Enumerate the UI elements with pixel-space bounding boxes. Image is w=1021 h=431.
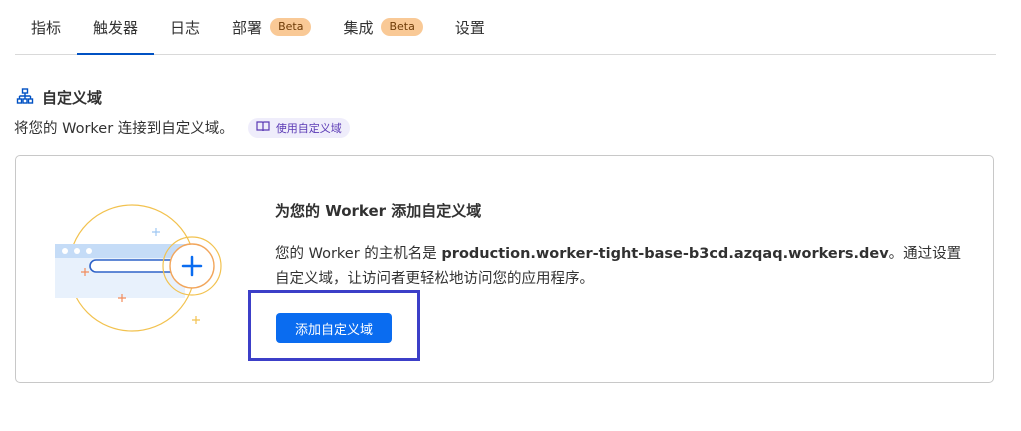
tab-triggers[interactable]: 触发器	[77, 0, 155, 55]
card-title: 为您的 Worker 添加自定义域	[275, 202, 482, 220]
tab-label: 部署	[232, 18, 263, 37]
card-description: 您的 Worker 的主机名是 production.worker-tight-…	[275, 242, 975, 292]
browser-add-domain-illustration	[52, 204, 232, 348]
tab-label: 设置	[454, 18, 485, 37]
tab-deployments[interactable]: 部署 Beta	[216, 0, 327, 54]
section-title: 自定义域	[42, 89, 103, 107]
tab-label: 指标	[31, 18, 62, 37]
docs-link-label: 使用自定义域	[275, 121, 342, 135]
tab-bar: 指标 触发器 日志 部署 Beta 集成 Beta 设置	[15, 0, 996, 55]
tab-label: 日志	[170, 18, 201, 37]
book-icon	[256, 120, 270, 135]
beta-badge: Beta	[270, 18, 312, 36]
beta-badge: Beta	[381, 18, 423, 36]
tab-metrics[interactable]: 指标	[15, 0, 77, 54]
sitemap-icon	[16, 87, 34, 108]
tab-settings[interactable]: 设置	[439, 0, 501, 54]
add-custom-domain-button[interactable]: 添加自定义域	[276, 313, 392, 343]
body-prefix: 您的 Worker 的主机名是	[275, 246, 442, 262]
tab-logs[interactable]: 日志	[154, 0, 216, 54]
section-header: 自定义域	[16, 87, 102, 108]
docs-link[interactable]: 使用自定义域	[247, 117, 350, 138]
tab-label: 触发器	[93, 18, 139, 37]
tab-integrations[interactable]: 集成 Beta	[327, 0, 438, 54]
tab-label: 集成	[343, 18, 374, 37]
section-description: 将您的 Worker 连接到自定义域。	[14, 121, 234, 137]
worker-hostname: production.worker-tight-base-b3cd.azqaq.…	[441, 246, 889, 262]
section-description-row: 将您的 Worker 连接到自定义域。 使用自定义域	[14, 117, 350, 138]
custom-domain-card: 为您的 Worker 添加自定义域 您的 Worker 的主机名是 produc…	[15, 155, 994, 383]
